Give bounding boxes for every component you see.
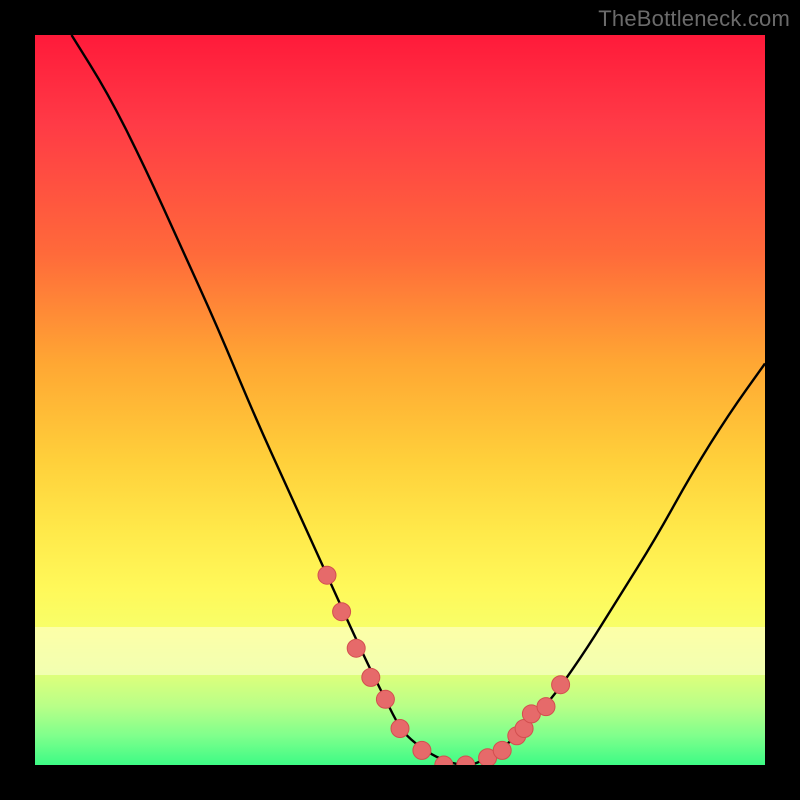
marker-dot	[457, 756, 475, 765]
marker-dot	[413, 741, 431, 759]
watermark-text: TheBottleneck.com	[598, 6, 790, 32]
marker-dot	[333, 603, 351, 621]
marker-dot	[493, 741, 511, 759]
marker-dot	[391, 720, 409, 738]
bottleneck-curve	[72, 35, 766, 765]
marker-group	[318, 566, 570, 765]
marker-dot	[537, 698, 555, 716]
plot-area	[35, 35, 765, 765]
marker-dot	[347, 639, 365, 657]
marker-dot	[362, 668, 380, 686]
marker-dot	[552, 676, 570, 694]
chart-frame: TheBottleneck.com	[0, 0, 800, 800]
marker-dot	[318, 566, 336, 584]
marker-dot	[376, 690, 394, 708]
chart-svg	[35, 35, 765, 765]
